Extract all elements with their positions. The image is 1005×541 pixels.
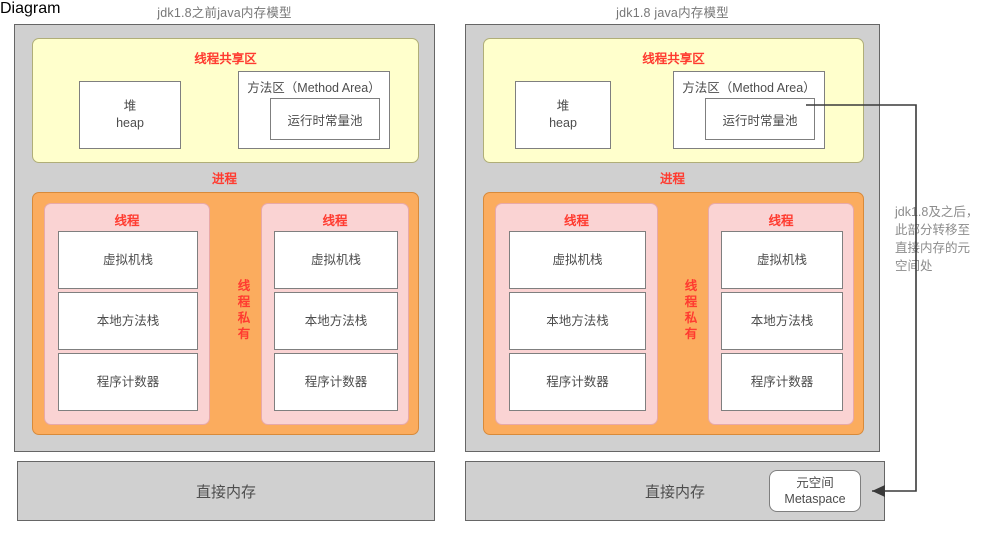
left-heap-box: 堆 heap — [79, 81, 181, 149]
right-thread-2-native-stack-label: 本地方法栈 — [750, 313, 814, 328]
right-method-area-box: 方法区（Method Area） 运行时常量池 — [673, 71, 825, 149]
left-thread-private-area: 线程 虚拟机栈 本地方法栈 程序计数器 线程私有 线程 虚拟机栈 本地方法栈 程… — [32, 192, 419, 435]
right-thread-box-2: 线程 虚拟机栈 本地方法栈 程序计数器 — [708, 203, 854, 425]
left-thread-1-vm-stack: 虚拟机栈 — [58, 231, 198, 289]
right-diagram-title: jdk1.8 java内存模型 — [616, 6, 729, 20]
right-thread-1-vm-stack-label: 虚拟机栈 — [552, 252, 603, 267]
right-thread-1-vm-stack: 虚拟机栈 — [509, 231, 646, 289]
right-thread-private-vertical-label: 线程私有 — [683, 278, 699, 342]
right-process-label: 进程 — [659, 172, 685, 186]
left-heap-label-cn: 堆 — [123, 99, 137, 114]
left-process-label: 进程 — [211, 172, 237, 186]
left-thread-1-pc-register: 程序计数器 — [58, 353, 198, 411]
left-thread-2-vm-stack-label: 虚拟机栈 — [310, 252, 361, 267]
right-thread-2-vm-stack-label: 虚拟机栈 — [756, 252, 807, 267]
left-direct-memory-panel: 直接内存 — [17, 461, 435, 521]
left-thread-2-title: 线程 — [322, 214, 348, 228]
left-thread-2-vm-stack: 虚拟机栈 — [274, 231, 398, 289]
left-thread-2-pc-register: 程序计数器 — [274, 353, 398, 411]
right-heap-label-cn: 堆 — [556, 99, 570, 114]
private-label-char-2: 程 — [237, 295, 251, 309]
private-label-char-1: 线 — [684, 279, 698, 293]
left-thread-shared-area: 线程共享区 堆 heap 方法区（Method Area） 运行时常量池 — [32, 38, 419, 163]
metaspace-annotation-text: jdk1.8及之后，此部分转移至直接内存的元空间处 — [895, 205, 979, 274]
left-thread-shared-label: 线程共享区 — [194, 52, 257, 66]
right-thread-box-1: 线程 虚拟机栈 本地方法栈 程序计数器 — [495, 203, 658, 425]
right-thread-2-pc-register-label: 程序计数器 — [750, 374, 814, 389]
left-runtime-constant-pool-box: 运行时常量池 — [270, 98, 380, 140]
right-thread-private-area: 线程 虚拟机栈 本地方法栈 程序计数器 线程私有 线程 虚拟机栈 本地方法栈 程… — [483, 192, 864, 435]
left-model-panel: 线程共享区 堆 heap 方法区（Method Area） 运行时常量池 进程 … — [14, 24, 435, 452]
left-diagram-title: jdk1.8之前java内存模型 — [157, 6, 292, 20]
left-thread-2-native-stack-label: 本地方法栈 — [304, 313, 368, 328]
right-model-panel: 线程共享区 堆 heap 方法区（Method Area） 运行时常量池 进程 … — [465, 24, 880, 452]
right-thread-2-native-stack: 本地方法栈 — [721, 292, 843, 350]
right-heap-label-en: heap — [549, 116, 577, 130]
private-label-char-4: 有 — [684, 327, 698, 341]
right-thread-2-title: 线程 — [768, 214, 794, 228]
right-thread-2-pc-register: 程序计数器 — [721, 353, 843, 411]
left-thread-1-native-stack-label: 本地方法栈 — [96, 313, 160, 328]
right-method-area-title: 方法区（Method Area） — [682, 81, 816, 95]
right-thread-1-title: 线程 — [563, 214, 589, 228]
left-direct-memory-label: 直接内存 — [195, 483, 256, 501]
left-thread-2-native-stack: 本地方法栈 — [274, 292, 398, 350]
left-thread-1-pc-register-label: 程序计数器 — [96, 374, 160, 389]
metaspace-label-en: Metaspace — [784, 492, 846, 506]
right-runtime-constant-pool-label: 运行时常量池 — [722, 113, 798, 128]
left-thread-private-vertical-label: 线程私有 — [236, 278, 252, 342]
left-thread-box-2: 线程 虚拟机栈 本地方法栈 程序计数器 — [261, 203, 409, 425]
left-runtime-constant-pool-label: 运行时常量池 — [287, 113, 363, 128]
private-label-char-3: 私 — [237, 311, 251, 325]
left-thread-2-pc-register-label: 程序计数器 — [304, 374, 368, 389]
right-thread-1-pc-register: 程序计数器 — [509, 353, 646, 411]
left-heap-label-en: heap — [116, 116, 144, 130]
right-thread-1-pc-register-label: 程序计数器 — [546, 374, 609, 389]
right-thread-shared-label: 线程共享区 — [642, 52, 705, 66]
right-thread-2-vm-stack: 虚拟机栈 — [721, 231, 843, 289]
metaspace-box: 元空间 Metaspace — [769, 470, 861, 512]
private-label-char-2: 程 — [684, 295, 698, 309]
left-thread-1-native-stack: 本地方法栈 — [58, 292, 198, 350]
private-label-char-4: 有 — [237, 327, 251, 341]
right-heap-box: 堆 heap — [515, 81, 611, 149]
left-thread-1-title: 线程 — [114, 214, 140, 228]
right-thread-1-native-stack-label: 本地方法栈 — [546, 313, 609, 328]
right-thread-1-native-stack: 本地方法栈 — [509, 292, 646, 350]
right-thread-shared-area: 线程共享区 堆 heap 方法区（Method Area） 运行时常量池 — [483, 38, 864, 163]
left-thread-box-1: 线程 虚拟机栈 本地方法栈 程序计数器 — [44, 203, 210, 425]
diagram-canvas: jdk1.8之前java内存模型 线程共享区 堆 heap 方法区（Method… — [0, 0, 1005, 541]
left-method-area-title: 方法区（Method Area） — [247, 81, 381, 95]
private-label-char-1: 线 — [237, 279, 251, 293]
private-label-char-3: 私 — [684, 311, 698, 325]
left-thread-1-vm-stack-label: 虚拟机栈 — [102, 252, 153, 267]
metaspace-label-cn: 元空间 — [796, 475, 834, 490]
left-method-area-box: 方法区（Method Area） 运行时常量池 — [238, 71, 390, 149]
right-runtime-constant-pool-box: 运行时常量池 — [705, 98, 815, 140]
right-direct-memory-label: 直接内存 — [644, 483, 705, 501]
